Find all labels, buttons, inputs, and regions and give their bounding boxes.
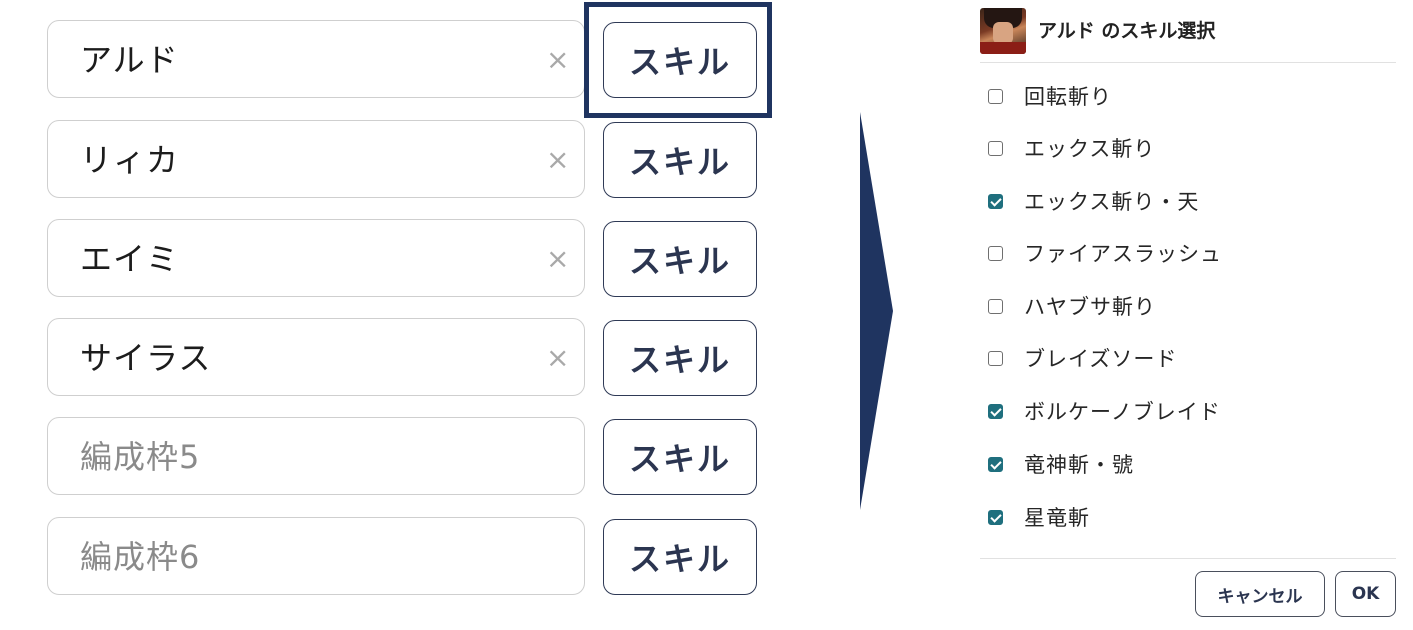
checkbox[interactable] (988, 89, 1003, 104)
slot-input-6[interactable]: 編成枠6 (47, 517, 585, 595)
skill-button-2[interactable]: スキル (603, 122, 757, 198)
slot-input-1[interactable]: アルド × (47, 20, 585, 98)
skill-label: 回転斬り (1024, 85, 1112, 109)
checkbox-checked[interactable] (988, 404, 1003, 419)
skill-option[interactable]: ファイアスラッシュ (988, 229, 1388, 281)
clear-icon[interactable]: × (546, 121, 569, 199)
dialog-title: アルド のスキル選択 (1038, 20, 1216, 42)
character-avatar (980, 8, 1026, 54)
dialog-header: アルド のスキル選択 (980, 8, 1396, 56)
divider (980, 558, 1396, 559)
skill-option[interactable]: エックス斬り・天 (988, 177, 1388, 229)
slot-name: アルド (80, 41, 179, 79)
ok-button[interactable]: OK (1335, 571, 1396, 617)
transition-arrow-icon (860, 112, 893, 510)
skill-button-6[interactable]: スキル (603, 519, 757, 595)
cancel-button[interactable]: キャンセル (1195, 571, 1325, 617)
skill-label: ブレイズソード (1024, 347, 1178, 371)
skill-option[interactable]: ハヤブサ斬り (988, 282, 1388, 334)
skill-button-3[interactable]: スキル (603, 221, 757, 297)
divider (980, 62, 1396, 63)
skill-label: ハヤブサ斬り (1024, 295, 1156, 319)
slot-placeholder: 編成枠6 (80, 538, 201, 576)
slot-name: リィカ (80, 141, 180, 179)
checkbox[interactable] (988, 299, 1003, 314)
skill-label: エックス斬り (1024, 137, 1156, 161)
slot-name: エイミ (80, 240, 180, 278)
slot-name: サイラス (80, 339, 212, 377)
checkbox-checked[interactable] (988, 457, 1003, 472)
skill-button-4[interactable]: スキル (603, 320, 757, 396)
clear-icon[interactable]: × (546, 220, 569, 298)
clear-icon[interactable]: × (546, 21, 569, 99)
skill-label: ボルケーノブレイド (1024, 400, 1221, 424)
checkbox[interactable] (988, 351, 1003, 366)
skill-option[interactable]: ブレイズソード (988, 334, 1388, 386)
skill-option[interactable]: 回転斬り (988, 72, 1388, 124)
slot-input-5[interactable]: 編成枠5 (47, 417, 585, 495)
slot-placeholder: 編成枠5 (80, 438, 201, 476)
checkbox-checked[interactable] (988, 510, 1003, 525)
checkbox-checked[interactable] (988, 194, 1003, 209)
skill-option[interactable]: 竜神斬・號 (988, 440, 1388, 492)
skill-label: 星竜斬 (1024, 506, 1090, 530)
clear-icon[interactable]: × (546, 319, 569, 397)
skill-label: ファイアスラッシュ (1024, 242, 1222, 266)
checkbox[interactable] (988, 141, 1003, 156)
skill-button-5[interactable]: スキル (603, 419, 757, 495)
skill-option[interactable]: エックス斬り (988, 124, 1388, 176)
skill-option[interactable]: 星竜斬 (988, 493, 1388, 545)
skill-label: 竜神斬・號 (1024, 453, 1134, 477)
slot-input-3[interactable]: エイミ × (47, 219, 585, 297)
slot-input-2[interactable]: リィカ × (47, 120, 585, 198)
skill-select-dialog: アルド のスキル選択 回転斬り エックス斬り エックス斬り・天 ファイアスラッシ… (980, 0, 1413, 630)
skill-label: エックス斬り・天 (1024, 190, 1200, 214)
skill-option[interactable]: ボルケーノブレイド (988, 387, 1388, 439)
skill-button-1[interactable]: スキル (603, 22, 757, 98)
checkbox[interactable] (988, 246, 1003, 261)
slot-input-4[interactable]: サイラス × (47, 318, 585, 396)
